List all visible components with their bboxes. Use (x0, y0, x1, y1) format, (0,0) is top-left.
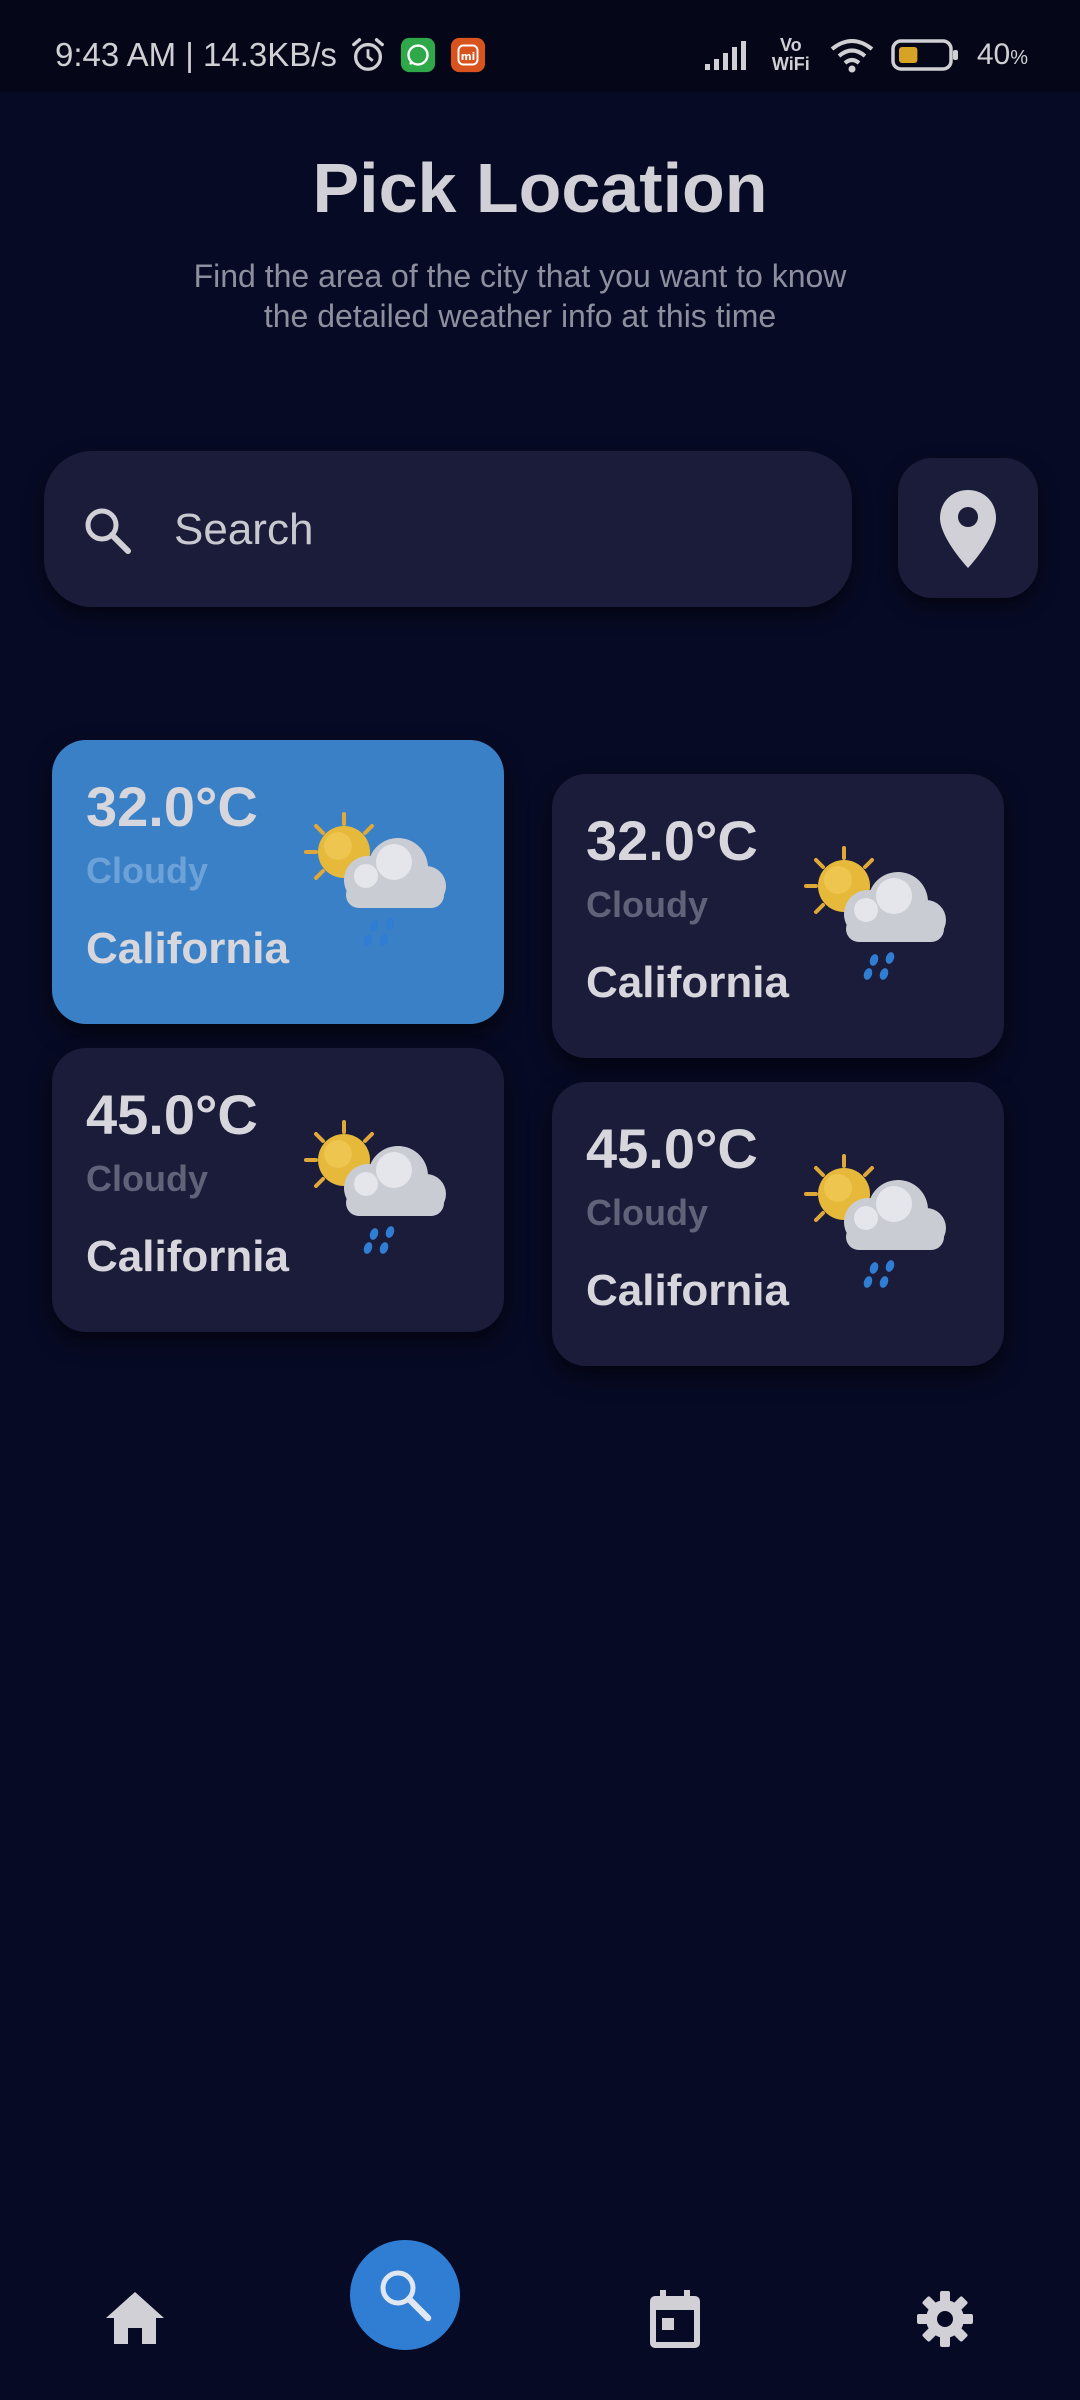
card-city: California (586, 958, 789, 1007)
card-temperature: 45.0°C (586, 1117, 758, 1180)
whatsapp-icon (400, 37, 436, 73)
location-card[interactable]: 45.0°C Cloudy California (52, 1048, 504, 1332)
map-pin-icon (940, 490, 996, 568)
page-title: Pick Location (312, 149, 768, 227)
battery-percent: 40% (976, 38, 1028, 71)
search-input[interactable] (172, 495, 796, 565)
settings-icon[interactable] (916, 2290, 974, 2348)
alarm-icon (351, 38, 384, 71)
partly-cloudy-rain-icon (302, 810, 452, 955)
mi-app-icon: mi (450, 37, 486, 73)
home-icon[interactable] (104, 2290, 166, 2346)
status-bar-right: Vo WiFi 40% (703, 36, 1028, 74)
current-location-button[interactable] (898, 458, 1038, 598)
partly-cloudy-rain-icon (802, 844, 952, 989)
location-card[interactable]: 32.0°C Cloudy California (52, 740, 504, 1024)
partly-cloudy-rain-icon (802, 1152, 952, 1297)
subtitle-line-1: Find the area of the city that you want … (193, 258, 847, 294)
subtitle-line-2: the detailed weather info at this time (263, 298, 777, 334)
card-condition: Cloudy (86, 1158, 208, 1199)
card-city: California (86, 1232, 289, 1281)
calendar-icon[interactable] (648, 2290, 702, 2350)
card-condition: Cloudy (586, 884, 708, 925)
card-city: California (586, 1266, 789, 1315)
location-card[interactable]: 32.0°C Cloudy California (552, 774, 1004, 1058)
wifi-icon (830, 39, 874, 73)
card-city: California (86, 924, 289, 973)
page-subtitle: Find the area of the city that you want … (160, 256, 880, 336)
card-condition: Cloudy (586, 1192, 708, 1233)
status-bar: 9:43 AM | 14.3KB/s mi Vo WiFi 40% (0, 0, 1080, 92)
card-condition: Cloudy (86, 850, 208, 891)
card-temperature: 32.0°C (86, 775, 258, 838)
vowifi-icon: Vo WiFi (771, 35, 810, 74)
battery-icon (891, 39, 958, 71)
card-temperature: 32.0°C (586, 809, 758, 872)
search-icon (85, 508, 131, 554)
status-time: 9:43 AM | 14.3KB/s (55, 36, 337, 73)
signal-icon (704, 41, 746, 70)
svg-text:mi: mi (461, 51, 475, 63)
partly-cloudy-rain-icon (302, 1118, 452, 1263)
location-card[interactable]: 45.0°C Cloudy California (552, 1082, 1004, 1366)
search-icon (380, 2270, 432, 2322)
status-bar-left: 9:43 AM | 14.3KB/s mi (55, 36, 487, 74)
nav-search-button[interactable] (350, 2240, 460, 2350)
card-temperature: 45.0°C (86, 1083, 258, 1146)
search-bar[interactable] (44, 451, 852, 607)
